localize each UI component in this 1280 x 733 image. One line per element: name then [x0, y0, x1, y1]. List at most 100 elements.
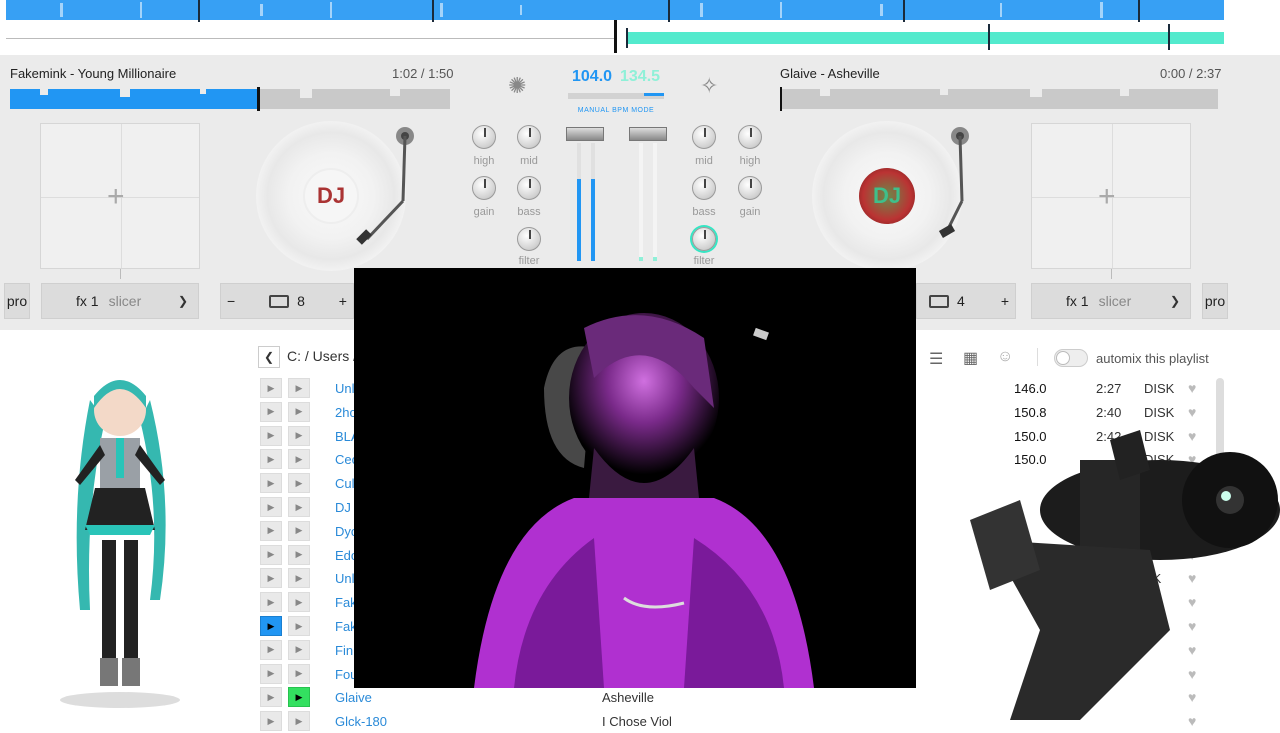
load-deck-button[interactable]: ▶	[288, 378, 310, 398]
automix-label[interactable]: automix this playlist	[1096, 351, 1209, 366]
breadcrumb[interactable]: C: / Users /	[287, 348, 357, 364]
preview-play-button[interactable]: ▶	[260, 497, 282, 517]
preview-play-button[interactable]: ▶	[260, 449, 282, 470]
load-deck-button[interactable]: ▶	[288, 473, 310, 494]
preview-play-button[interactable]: ▶	[260, 568, 282, 589]
loop-plus-button[interactable]: +	[339, 293, 347, 309]
deck-left-pro-button[interactable]: pro	[4, 283, 30, 319]
deck-left-label: DJ	[303, 168, 359, 224]
deck-left-loop-value: 8	[297, 293, 305, 309]
preview-play-button[interactable]: ▶	[260, 663, 282, 684]
webcam-video-overlay	[354, 268, 916, 688]
loop-minus-button[interactable]: −	[227, 293, 235, 309]
deck-left-fx-select[interactable]: fx 1 slicer ❯	[41, 283, 199, 319]
track-name[interactable]: DJ	[335, 500, 351, 515]
knob-left-mid-label: mid	[520, 155, 538, 167]
track-name[interactable]: Unl	[335, 381, 355, 396]
knob-right-mid-label: mid	[695, 155, 713, 167]
volume-fader-right-handle[interactable]	[629, 127, 667, 141]
load-deck-button[interactable]: ▶	[288, 711, 310, 732]
preview-play-button[interactable]: ▶	[260, 401, 282, 422]
heart-icon[interactable]: ♥	[1188, 404, 1196, 420]
track-name[interactable]: Glaive	[335, 690, 372, 705]
people-icon[interactable]: ☺	[997, 348, 1013, 366]
knob-right-mid[interactable]	[692, 125, 716, 149]
knob-right-bass[interactable]	[692, 176, 716, 200]
deck-left-title: Fakemink - Young Millionaire	[10, 66, 177, 81]
knob-left-gain-label: gain	[473, 206, 495, 218]
preview-play-button[interactable]: ▶	[260, 425, 282, 446]
knob-left-gain[interactable]	[472, 176, 496, 200]
deck-right-loop-control[interactable]: 4 +	[916, 283, 1016, 319]
automix-toggle[interactable]	[1054, 349, 1088, 367]
knob-right-filter-label: filter	[693, 255, 715, 267]
preview-play-button[interactable]: ▶	[260, 711, 282, 732]
deck-left-tonearm[interactable]	[355, 121, 425, 251]
heart-icon[interactable]: ♥	[1188, 380, 1196, 396]
load-deck-button[interactable]: ▶	[288, 639, 310, 660]
knob-right-filter[interactable]	[692, 227, 716, 251]
knob-left-high[interactable]	[472, 125, 496, 149]
plus-icon: +	[107, 180, 125, 213]
back-button[interactable]: ❮	[258, 346, 280, 368]
load-deck-button[interactable]: ▶	[288, 449, 310, 470]
deck-right-fx-pad[interactable]: +	[1031, 123, 1191, 269]
volume-fader-left-handle[interactable]	[566, 127, 604, 141]
overview-waveform-svg[interactable]	[0, 0, 1280, 55]
bpm-right[interactable]: 134.5	[620, 68, 660, 86]
deck-left-time: 1:02 / 1:50	[392, 66, 454, 81]
party-popper-icon[interactable]: ✧	[700, 73, 718, 99]
deck-right-waveform[interactable]	[780, 87, 1220, 111]
preview-play-button[interactable]: ▶	[260, 592, 282, 613]
preview-play-button[interactable]: ▶	[260, 639, 282, 660]
knob-right-high[interactable]	[738, 125, 762, 149]
bpm-mode-label[interactable]: MANUAL BPM MODE	[568, 107, 664, 114]
load-deck-button[interactable]: ▶	[288, 497, 310, 517]
disco-ball-icon[interactable]: ✺	[508, 73, 526, 99]
track-source: DISK	[1144, 381, 1175, 396]
knob-left-high-label: high	[473, 155, 495, 167]
deck-left-waveform[interactable]	[10, 87, 450, 111]
knob-left-filter[interactable]	[517, 227, 541, 251]
load-deck-button[interactable]: ▶	[288, 520, 310, 541]
load-deck-button[interactable]: ▶	[288, 568, 310, 589]
overview-waveforms[interactable]	[0, 0, 1280, 55]
bpm-left[interactable]: 104.0	[572, 68, 612, 86]
knob-left-mid[interactable]	[517, 125, 541, 149]
load-deck-button[interactable]: ▶	[288, 592, 310, 613]
preview-play-button[interactable]: ▶	[260, 544, 282, 565]
loop-icon	[269, 294, 290, 308]
load-deck-button[interactable]: ▶	[288, 425, 310, 446]
knob-left-bass-label: bass	[517, 206, 541, 218]
track-name[interactable]: Cul	[335, 476, 355, 491]
preview-play-button[interactable]: ▶	[260, 687, 282, 708]
deck-right-fx-select[interactable]: fx 1 slicer ❯	[1031, 283, 1191, 319]
deck-right-tonearm[interactable]	[910, 121, 980, 251]
deck-left-fx-pad[interactable]: +	[40, 123, 200, 269]
grid-view-icon[interactable]: ▦	[963, 348, 978, 368]
deck-right-pro-button[interactable]: pro	[1202, 283, 1228, 319]
chevron-down-icon: ❯	[177, 294, 188, 308]
track-name[interactable]: Glck-180	[335, 714, 387, 729]
knob-left-bass[interactable]	[517, 176, 541, 200]
load-deck-button[interactable]: ▶	[288, 544, 310, 565]
track-album: Asheville	[602, 690, 655, 706]
list-view-icon[interactable]: ☰	[929, 349, 943, 369]
track-source: DISK	[1144, 404, 1175, 420]
preview-play-button[interactable]: ▶	[260, 473, 282, 494]
bpm-bar	[568, 93, 664, 99]
load-deck-button[interactable]: ▶	[288, 687, 310, 708]
track-name[interactable]: Fin	[335, 643, 353, 658]
track-name[interactable]: Unl	[335, 571, 355, 586]
track-time: 2:27	[1096, 381, 1122, 396]
deck-left-loop-control[interactable]: − 8 +	[220, 283, 354, 319]
loop-plus-button[interactable]: +	[1001, 293, 1009, 309]
knob-right-gain[interactable]	[738, 176, 762, 200]
preview-play-button[interactable]: ▶	[260, 378, 282, 398]
preview-play-button[interactable]: ▶	[260, 520, 282, 541]
load-deck-button[interactable]: ▶	[288, 663, 310, 684]
load-deck-button[interactable]: ▶	[288, 616, 310, 636]
track-time: 2:40	[1096, 404, 1122, 420]
load-deck-button[interactable]: ▶	[288, 401, 310, 422]
preview-play-button[interactable]: ▶	[260, 616, 282, 636]
